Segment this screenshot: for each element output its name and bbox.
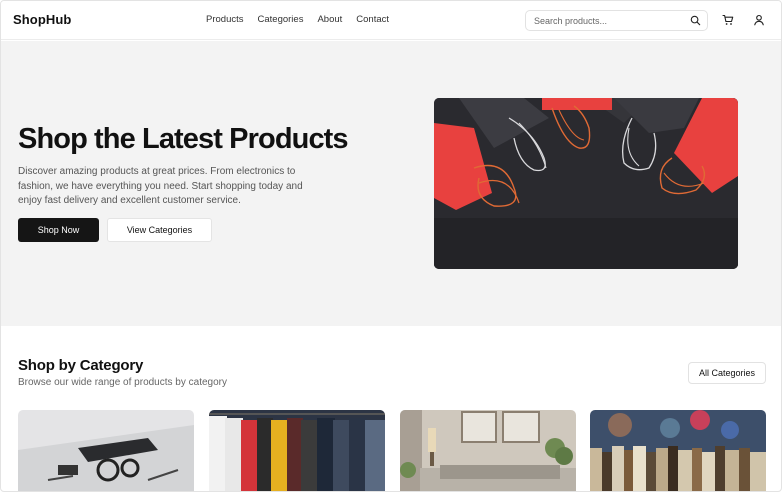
logo[interactable]: ShopHub (13, 12, 71, 27)
books-image (590, 410, 766, 491)
nav-contact[interactable]: Contact (356, 14, 389, 25)
search-input[interactable] (526, 11, 686, 30)
category-card-home[interactable] (400, 410, 576, 491)
search-icon[interactable] (690, 15, 701, 26)
category-subtitle: Browse our wide range of products by cat… (18, 377, 227, 388)
category-card-books[interactable] (590, 410, 766, 491)
cart-icon[interactable] (722, 14, 734, 26)
category-title: Shop by Category (18, 357, 144, 374)
clothing-image (209, 410, 385, 491)
hero-image (434, 98, 738, 269)
top-header: ShopHub Products Categories About Contac… (1, 1, 781, 40)
nav-about[interactable]: About (317, 14, 342, 25)
hero-title: Shop the Latest Products (18, 123, 349, 155)
page: ShopHub Products Categories About Contac… (0, 0, 782, 492)
shopping-bags-image (434, 98, 738, 269)
user-icon[interactable] (753, 14, 765, 26)
category-card-clothing[interactable] (209, 410, 385, 491)
main-nav: Products Categories About Contact (206, 14, 403, 25)
hero-description: Discover amazing products at great price… (18, 166, 303, 206)
home-image (400, 410, 576, 491)
nav-categories[interactable]: Categories (258, 14, 304, 25)
hero-section: Shop the Latest Products Discover amazin… (1, 41, 781, 326)
view-categories-button[interactable]: View Categories (107, 218, 212, 242)
all-categories-button[interactable]: All Categories (688, 362, 766, 384)
electronics-image (18, 410, 194, 491)
search-box (525, 10, 708, 31)
shop-now-button[interactable]: Shop Now (18, 218, 99, 242)
category-card-electronics[interactable] (18, 410, 194, 491)
nav-products[interactable]: Products (206, 14, 244, 25)
